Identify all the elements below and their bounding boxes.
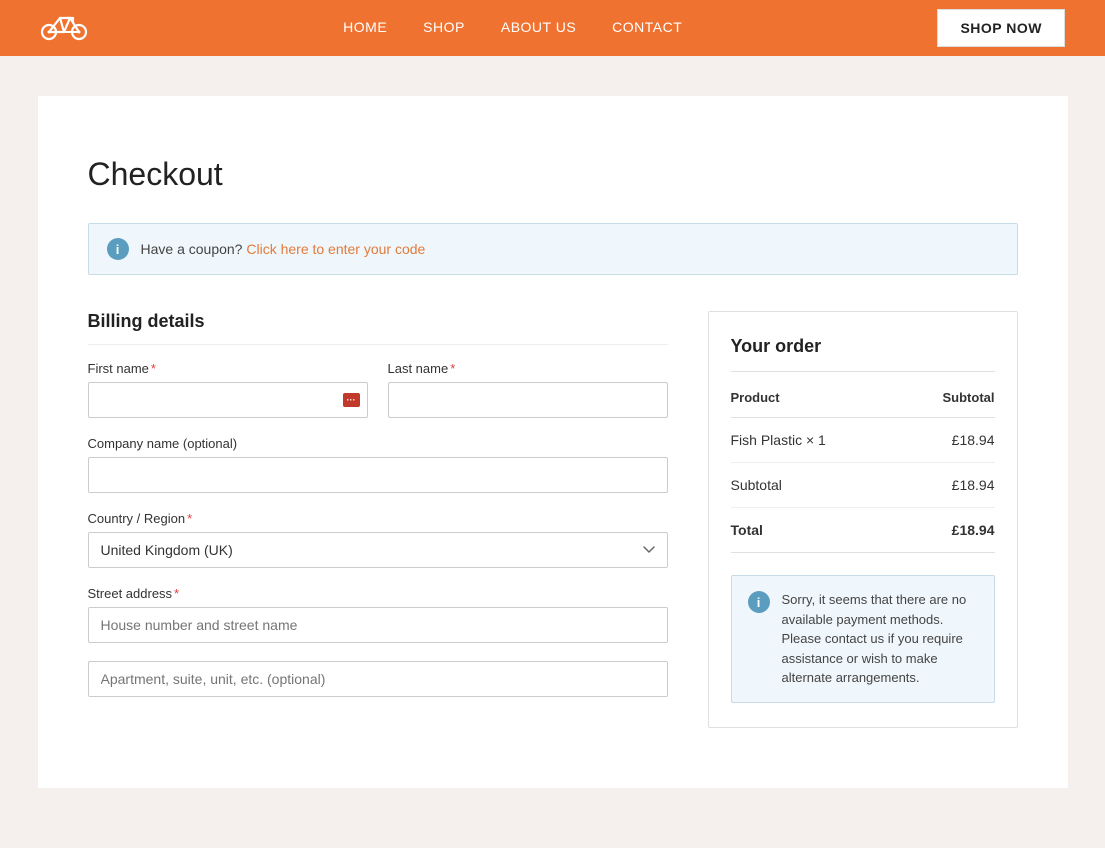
last-name-input[interactable] [388,382,668,418]
first-name-input[interactable] [88,382,368,418]
country-group: Country / Region* United Kingdom (UK) [88,511,668,568]
autofill-icon: ··· [343,393,360,407]
order-item-row: Fish Plastic × 1 £18.94 [731,418,995,463]
navbar: HOME SHOP ABOUT US CONTACT SHOP NOW [0,0,1105,56]
col-product: Product [731,390,902,418]
street-row: Street address* [88,586,668,643]
shop-now-button[interactable]: SHOP NOW [937,9,1065,47]
billing-section: Billing details First name* ··· [88,311,668,715]
street-group: Street address* [88,586,668,643]
nav-shop[interactable]: SHOP [423,19,465,35]
last-name-group: Last name* [388,361,668,418]
page-title: Checkout [88,156,1018,193]
logo[interactable] [40,10,88,47]
required-star-3: * [187,511,192,526]
subtotal-label: Subtotal [731,463,902,508]
order-panel-title: Your order [731,336,995,372]
last-name-label: Last name* [388,361,668,376]
company-group: Company name (optional) [88,436,668,493]
order-item-name: Fish Plastic × 1 [731,418,902,463]
total-label: Total [731,508,902,553]
apartment-row [88,661,668,697]
payment-info-box: i Sorry, it seems that there are no avai… [731,575,995,703]
coupon-link[interactable]: Click here to enter your code [246,241,425,257]
apartment-group [88,661,668,697]
apartment-input[interactable] [88,661,668,697]
name-row: First name* ··· Last name* [88,361,668,418]
order-panel: Your order Product Subtotal Fish Plastic… [708,311,1018,728]
subtotal-value: £18.94 [901,463,994,508]
company-input[interactable] [88,457,668,493]
payment-info-icon: i [748,591,770,613]
required-star: * [151,361,156,376]
coupon-text: Have a coupon? Click here to enter your … [141,241,426,257]
street-label: Street address* [88,586,668,601]
col-subtotal: Subtotal [901,390,994,418]
subtotal-row: Subtotal £18.94 [731,463,995,508]
coupon-icon: i [107,238,129,260]
company-row: Company name (optional) [88,436,668,493]
order-item-price: £18.94 [901,418,994,463]
billing-title: Billing details [88,311,668,345]
total-price: £18.94 [901,508,994,553]
country-label: Country / Region* [88,511,668,526]
required-star-4: * [174,586,179,601]
content-box: Checkout i Have a coupon? Click here to … [38,96,1068,788]
order-section: Your order Product Subtotal Fish Plastic… [708,311,1018,728]
nav-contact[interactable]: CONTACT [612,19,682,35]
nav-about[interactable]: ABOUT US [501,19,576,35]
first-name-group: First name* ··· [88,361,368,418]
page-wrapper: Checkout i Have a coupon? Click here to … [0,56,1105,848]
first-name-wrapper: ··· [88,382,368,418]
checkout-layout: Billing details First name* ··· [88,311,1018,728]
first-name-label: First name* [88,361,368,376]
country-select[interactable]: United Kingdom (UK) [88,532,668,568]
country-row: Country / Region* United Kingdom (UK) [88,511,668,568]
coupon-banner: i Have a coupon? Click here to enter you… [88,223,1018,275]
company-label: Company name (optional) [88,436,668,451]
order-table: Product Subtotal Fish Plastic × 1 £18.94… [731,390,995,553]
nav-home[interactable]: HOME [343,19,387,35]
payment-info-text: Sorry, it seems that there are no availa… [782,590,978,688]
street-address-input[interactable] [88,607,668,643]
total-row: Total £18.94 [731,508,995,553]
nav-links: HOME SHOP ABOUT US CONTACT [343,19,682,37]
required-star-2: * [450,361,455,376]
